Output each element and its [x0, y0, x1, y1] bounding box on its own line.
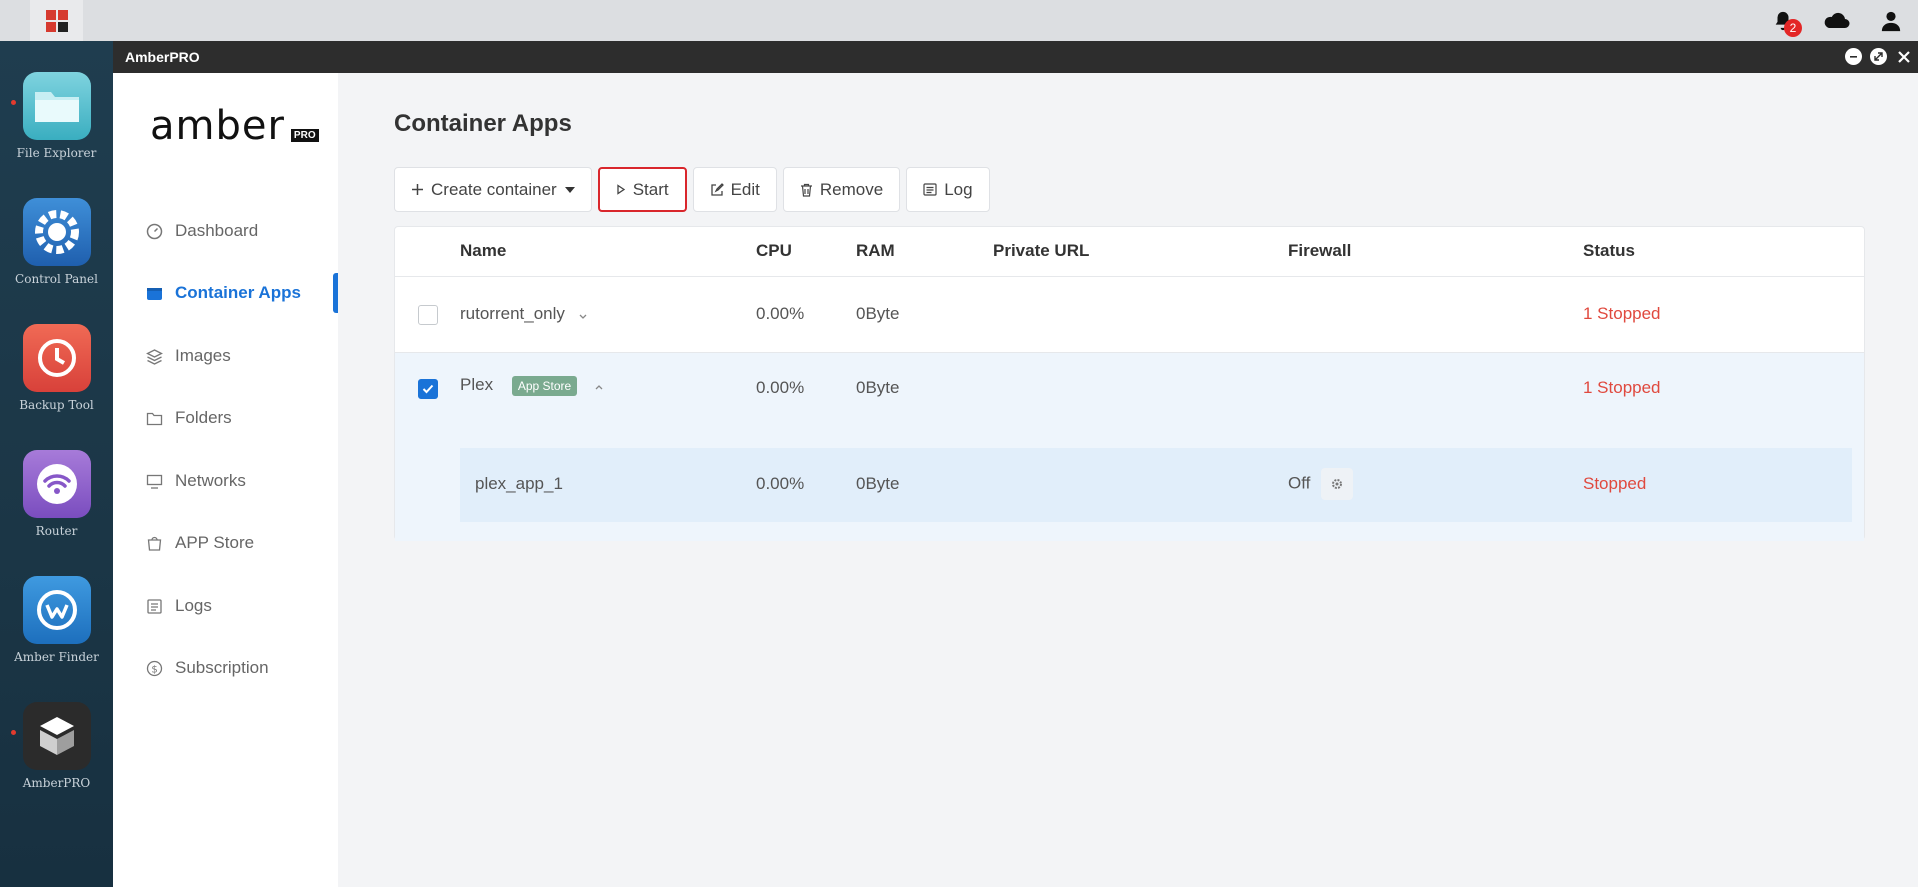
system-bar: 2 [0, 0, 1918, 41]
grid-icon [45, 9, 68, 32]
toolbar: Create container Start Edit Remove Log [394, 167, 996, 212]
close-button[interactable] [1895, 48, 1912, 65]
create-container-button[interactable]: Create container [394, 167, 592, 212]
log-icon [923, 183, 937, 196]
row-checkbox[interactable] [418, 305, 438, 325]
table-row[interactable]: rutorrent_only 0.00% 0Byte 1 Stopped [395, 277, 1864, 353]
dock: File Explorer Control Panel Backup Tool … [0, 41, 113, 887]
sidebar-item-subscription[interactable]: $ Subscription [113, 648, 338, 688]
backup-clock-icon [37, 339, 76, 377]
dollar-icon: $ [146, 660, 163, 677]
container-name: rutorrent_only [460, 304, 565, 323]
status-value: 1 Stopped [1583, 378, 1661, 397]
window-title: AmberPRO [125, 49, 200, 65]
logs-icon [146, 598, 163, 615]
table-row[interactable]: Plex App Store 0.00% 0Byte 1 Stopped ple… [395, 353, 1864, 541]
remove-button[interactable]: Remove [782, 167, 901, 212]
page-title: Container Apps [394, 110, 572, 137]
user-icon [1881, 11, 1901, 31]
dock-item-amberpro[interactable]: AmberPRO [0, 702, 113, 790]
finder-icon [36, 590, 77, 630]
sidebar: amber PRO Dashboard Container Apps Image… [113, 73, 338, 887]
plus-icon [411, 183, 424, 196]
start-button[interactable]: Start [597, 167, 687, 212]
svg-text:$: $ [151, 664, 157, 675]
app-store-tag: App Store [511, 375, 578, 396]
container-name: Plex [460, 375, 494, 394]
cpu-value: 0.00% [756, 304, 805, 323]
close-icon [1897, 50, 1910, 63]
folder-icon [34, 92, 79, 122]
cloud-button[interactable] [1810, 0, 1864, 41]
main-content: Container Apps Create container Start Ed… [338, 73, 1918, 887]
app-launcher-button[interactable] [30, 0, 83, 41]
sidebar-item-container-apps[interactable]: Container Apps [113, 273, 338, 313]
chevron-up-icon[interactable] [594, 376, 604, 396]
gear-icon [1332, 479, 1343, 489]
status-value: 1 Stopped [1583, 304, 1661, 323]
minimize-button[interactable] [1845, 48, 1862, 65]
row-checkbox[interactable] [418, 379, 438, 399]
store-icon [146, 535, 163, 552]
dock-item-amber-finder[interactable]: Amber Finder [0, 576, 113, 664]
user-button[interactable] [1864, 0, 1918, 41]
monitor-icon [146, 473, 163, 490]
wifi-icon [36, 464, 77, 504]
sidebar-item-images[interactable]: Images [113, 336, 338, 376]
cpu-value: 0.00% [756, 378, 805, 397]
containers-table: Name CPU RAM Private URL Firewall Status… [394, 226, 1865, 541]
ram-value: 0Byte [856, 304, 900, 323]
col-firewall[interactable]: Firewall [1288, 241, 1351, 261]
cube-icon [39, 717, 74, 755]
dock-item-control-panel[interactable]: Control Panel [0, 198, 113, 286]
sidebar-item-app-store[interactable]: APP Store [113, 523, 338, 563]
maximize-button[interactable] [1870, 48, 1887, 65]
table-header: Name CPU RAM Private URL Firewall Status [395, 227, 1864, 277]
col-status[interactable]: Status [1583, 241, 1635, 261]
child-container-name: plex_app_1 [475, 474, 563, 493]
sidebar-item-networks[interactable]: Networks [113, 461, 338, 501]
child-row[interactable]: plex_app_1 0.00% 0Byte Off Stopped [460, 448, 1852, 522]
trash-icon [800, 183, 813, 197]
status-value: Stopped [1583, 474, 1647, 493]
sidebar-item-dashboard[interactable]: Dashboard [113, 211, 338, 251]
container-icon [146, 285, 163, 302]
window-titlebar[interactable]: AmberPRO [113, 41, 1918, 73]
edit-button[interactable]: Edit [692, 167, 777, 212]
ram-value: 0Byte [856, 378, 900, 397]
dock-item-router[interactable]: Router [0, 450, 113, 538]
cloud-icon [1824, 12, 1850, 28]
firewall-settings-button[interactable] [1321, 468, 1354, 500]
sidebar-item-logs[interactable]: Logs [113, 586, 338, 626]
sidebar-item-folders[interactable]: Folders [113, 398, 338, 438]
folder-icon [146, 410, 163, 427]
minimize-icon [1850, 56, 1857, 58]
cpu-value: 0.00% [756, 474, 805, 493]
col-cpu[interactable]: CPU [756, 241, 792, 261]
gear-icon [34, 210, 79, 254]
amber-logo: amber PRO [150, 103, 319, 149]
running-indicator [11, 100, 16, 105]
dashboard-icon [146, 223, 163, 240]
play-icon [616, 184, 626, 195]
notifications-button[interactable]: 2 [1756, 0, 1810, 41]
col-name[interactable]: Name [460, 241, 506, 261]
col-ram[interactable]: RAM [856, 241, 895, 261]
firewall-value: Off [1288, 473, 1311, 493]
col-private-url[interactable]: Private URL [993, 241, 1089, 261]
dock-item-file-explorer[interactable]: File Explorer [0, 72, 113, 160]
layers-icon [146, 348, 163, 365]
caret-down-icon [564, 186, 575, 193]
edit-icon [710, 182, 724, 197]
dock-item-backup-tool[interactable]: Backup Tool [0, 324, 113, 412]
checkmark-icon [422, 384, 434, 394]
chevron-down-icon[interactable] [578, 305, 588, 325]
notification-badge: 2 [1784, 19, 1802, 37]
running-indicator [11, 730, 16, 735]
log-button[interactable]: Log [906, 167, 990, 212]
maximize-icon [1874, 52, 1883, 61]
ram-value: 0Byte [856, 474, 900, 493]
